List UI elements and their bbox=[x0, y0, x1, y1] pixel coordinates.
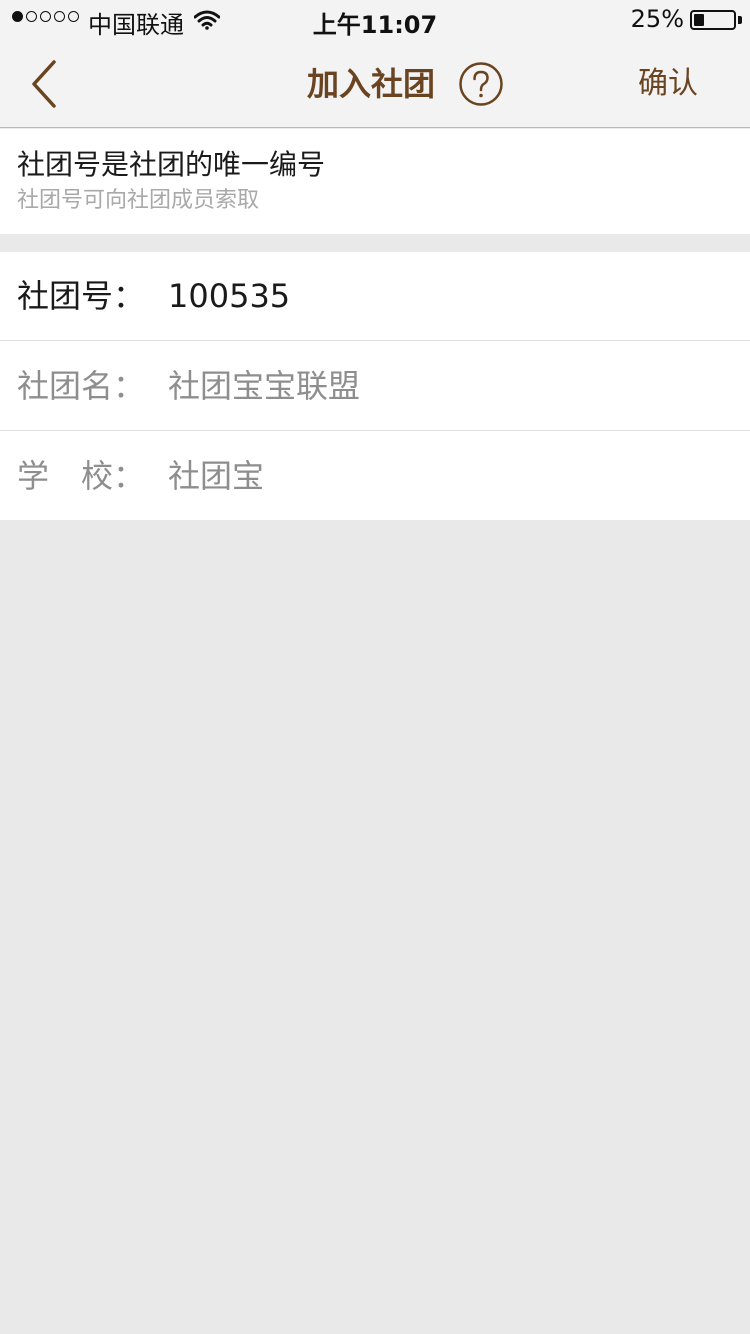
club-name-label: 社团名： bbox=[17, 367, 146, 405]
confirm-button[interactable]: 确认 bbox=[638, 64, 698, 104]
back-button[interactable] bbox=[18, 54, 78, 114]
club-name-row: 社团名： 社团宝宝联盟 bbox=[0, 342, 750, 431]
nav-bar: 加入社团 确认 bbox=[0, 40, 750, 128]
info-section: 社团号是社团的唯一编号 社团号可向社团成员索取 bbox=[0, 129, 750, 234]
chevron-left-icon bbox=[32, 60, 56, 108]
club-id-input[interactable]: 100535 bbox=[168, 276, 728, 316]
club-id-label: 社团号： bbox=[17, 277, 146, 315]
form-section: 社团号： 100535 社团名： 社团宝宝联盟 学 校： 社团宝 bbox=[0, 252, 750, 520]
school-row: 学 校： 社团宝 bbox=[0, 432, 750, 521]
page-title: 加入社团 bbox=[307, 65, 436, 103]
help-button[interactable] bbox=[458, 61, 504, 107]
top-bar: 中国联通 上午11:07 25% 加入社团 确认 bbox=[0, 0, 750, 128]
question-circle-icon bbox=[459, 62, 503, 106]
info-title: 社团号是社团的唯一编号 bbox=[17, 148, 326, 181]
battery-tip bbox=[738, 16, 742, 24]
school-value: 社团宝 bbox=[168, 457, 265, 495]
club-id-row[interactable]: 社团号： 100535 bbox=[0, 252, 750, 341]
club-name-value: 社团宝宝联盟 bbox=[168, 367, 361, 405]
battery-percent: 25% bbox=[630, 5, 684, 33]
info-subtitle: 社团号可向社团成员索取 bbox=[17, 188, 260, 213]
status-bar: 中国联通 上午11:07 25% bbox=[0, 0, 750, 40]
battery-icon bbox=[690, 10, 736, 30]
school-label: 学 校： bbox=[17, 457, 146, 495]
